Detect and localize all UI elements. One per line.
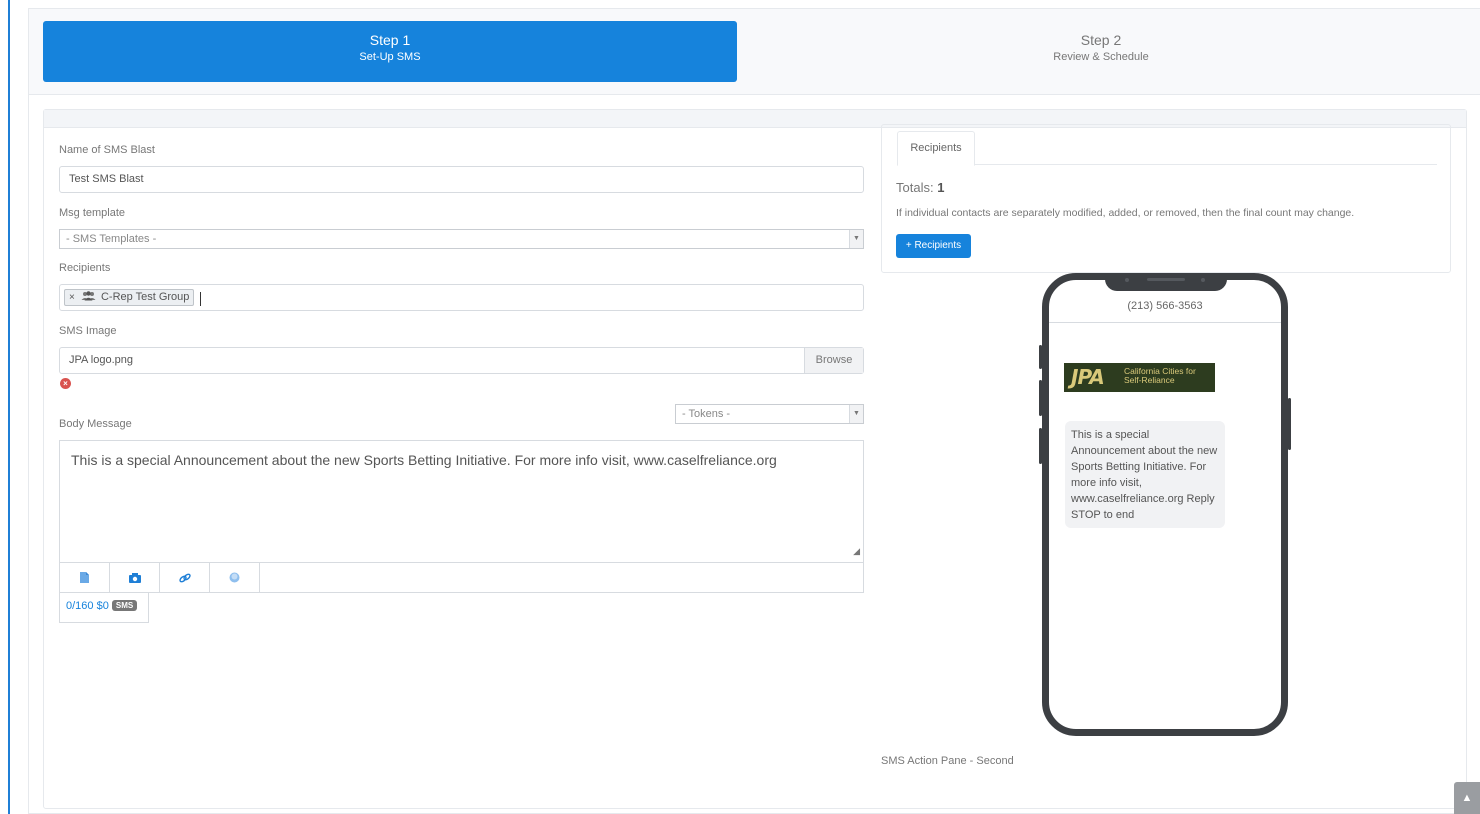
insert-link-button[interactable] (160, 563, 210, 592)
message-bubble: This is a special Announcement about the… (1065, 421, 1225, 528)
logo-text: California Cities for Self-Reliance (1124, 366, 1196, 385)
tab-recipients[interactable]: Recipients (897, 131, 975, 166)
phone-side-button (1288, 398, 1291, 450)
body-message-textarea[interactable]: This is a special Announcement about the… (59, 440, 864, 563)
sms-wizard: Step 1 Set-Up SMS Step 2 Review & Schedu… (28, 8, 1480, 814)
tokens-select[interactable]: - Tokens - ▼ (675, 404, 864, 424)
resize-grip-icon[interactable]: ◢ (853, 542, 860, 560)
chevron-down-icon: ▼ (849, 405, 863, 423)
browse-button[interactable]: Browse (804, 348, 863, 373)
step-1-subtitle: Set-Up SMS (359, 51, 421, 63)
totals-label: Totals: (896, 180, 934, 195)
phone-number: (213) 566-3563 (1127, 300, 1203, 312)
recipient-tag-label: C-Rep Test Group (100, 291, 190, 303)
link-icon (178, 573, 191, 582)
template-select[interactable]: - SMS Templates - ▼ (59, 229, 864, 249)
image-file-input[interactable]: JPA logo.png Browse (59, 347, 864, 374)
step-1-title: Step 1 (369, 32, 411, 48)
image-file-name: JPA logo.png (69, 354, 134, 366)
message-bubble-text: This is a special Announcement about the… (1071, 429, 1218, 521)
chevron-up-icon: ▲ (1461, 792, 1473, 804)
recipients-note: If individual contacts are separately mo… (896, 207, 1355, 219)
wizard-steps: Step 1 Set-Up SMS Step 2 Review & Schedu… (29, 9, 1480, 95)
chevron-down-icon: ▼ (849, 230, 863, 248)
blast-name-input[interactable]: Test SMS Blast (59, 166, 864, 193)
totals-value: 1 (937, 180, 945, 195)
phone-divider (1049, 322, 1281, 323)
sensor-dot (1201, 278, 1205, 282)
step-2-tab[interactable]: Step 2 Review & Schedule (751, 21, 1451, 82)
camera-icon (128, 572, 141, 583)
image-label: SMS Image (59, 325, 117, 337)
insert-emoji-button[interactable] (210, 563, 260, 592)
step-1-tab[interactable]: Step 1 Set-Up SMS (43, 21, 737, 82)
step-2-title: Step 2 (1080, 32, 1122, 48)
step-2-subtitle: Review & Schedule (1053, 51, 1149, 63)
recipients-label: Recipients (59, 262, 111, 274)
counter-value: 0/160 $0 (66, 600, 109, 612)
recipients-totals: Totals: 1 (896, 180, 944, 195)
action-pane-label: SMS Action Pane - Second (881, 755, 1014, 767)
add-recipients-button[interactable]: + Recipients (896, 234, 971, 258)
remove-image-icon[interactable]: × (60, 378, 71, 389)
insert-image-button[interactable] (110, 563, 160, 592)
user-group-icon (81, 291, 96, 306)
scroll-to-top-button[interactable]: ▲ (1454, 782, 1480, 814)
tokens-select-value: - Tokens - (682, 408, 731, 420)
insert-document-button[interactable] (60, 563, 110, 592)
body-label: Body Message (59, 418, 132, 430)
name-label: Name of SMS Blast (59, 144, 155, 156)
left-accent-bar (8, 0, 10, 814)
tag-remove-icon[interactable]: × (69, 292, 75, 303)
template-select-value: - SMS Templates - (66, 233, 157, 245)
sms-badge: SMS (111, 600, 138, 611)
message-toolbar (59, 562, 864, 593)
phone-preview: (213) 566-3563 JPA California Cities for… (1042, 273, 1288, 736)
setup-panel: Name of SMS Blast Test SMS Blast Msg tem… (43, 109, 1467, 809)
recipients-input[interactable]: × C-Rep Test Group (59, 284, 864, 311)
mms-image-logo: JPA California Cities for Self-Reliance (1064, 363, 1215, 392)
character-counter: 0/160 $0 SMS (59, 592, 149, 623)
recipients-tab-bar: Recipients (897, 125, 1437, 166)
logo-mark: JPA (1071, 365, 1105, 389)
text-caret (200, 292, 201, 306)
speaker-grille (1147, 278, 1185, 281)
body-message-text: This is a special Announcement about the… (71, 452, 777, 468)
recipients-card: Recipients Totals: 1 If individual conta… (881, 124, 1451, 273)
template-label: Msg template (59, 207, 126, 219)
document-icon (80, 572, 89, 583)
camera-dot (1125, 278, 1129, 282)
phone-notch (1105, 273, 1227, 291)
recipient-tag: × C-Rep Test Group (64, 289, 195, 306)
emoji-icon (229, 572, 240, 583)
